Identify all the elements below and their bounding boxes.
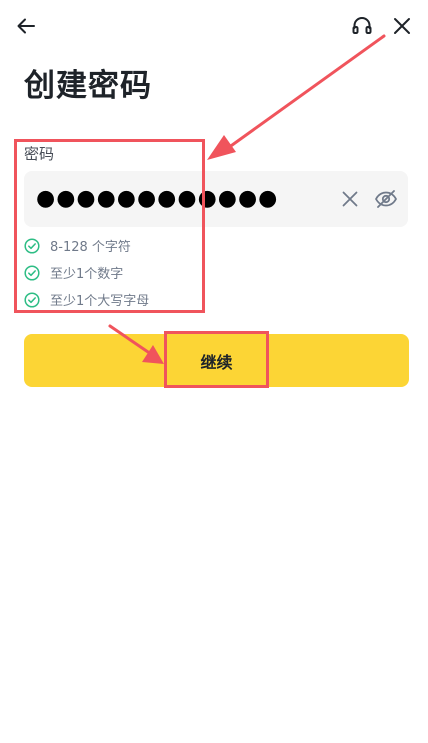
support-button[interactable]: [346, 10, 378, 42]
password-value: ●●●●●●●●●●●●: [36, 186, 279, 211]
password-input[interactable]: ●●●●●●●●●●●●: [24, 171, 408, 227]
password-requirements: 8-128 个字符 至少1个数字 至少1个大写字母: [24, 232, 149, 313]
headset-icon: [352, 17, 372, 34]
requirement-item: 至少1个大写字母: [24, 286, 149, 313]
back-button[interactable]: [10, 10, 42, 42]
requirement-item: 8-128 个字符: [24, 232, 149, 259]
continue-label: 继续: [200, 352, 233, 372]
requirement-text: 8-128 个字符: [50, 240, 131, 255]
page-title: 创建密码: [24, 68, 152, 104]
eye-off-icon: [375, 190, 397, 208]
top-bar: [0, 0, 428, 52]
arrow-line-top: [226, 34, 386, 150]
check-circle-icon: [24, 291, 40, 308]
continue-button[interactable]: 继续: [24, 334, 409, 387]
clear-password-button[interactable]: [334, 183, 366, 215]
arrow-left-icon: [17, 18, 35, 34]
arrow-head-top: [207, 135, 236, 160]
requirement-item: 至少1个数字: [24, 259, 149, 286]
requirement-text: 至少1个大写字母: [50, 294, 150, 309]
check-circle-icon: [24, 264, 40, 281]
requirement-text: 至少1个数字: [50, 267, 124, 282]
close-icon: [394, 18, 410, 34]
toggle-visibility-button[interactable]: [370, 183, 402, 215]
password-label: 密码: [24, 145, 55, 163]
clear-icon: [342, 191, 358, 207]
check-circle-icon: [24, 237, 40, 254]
close-button[interactable]: [386, 10, 418, 42]
